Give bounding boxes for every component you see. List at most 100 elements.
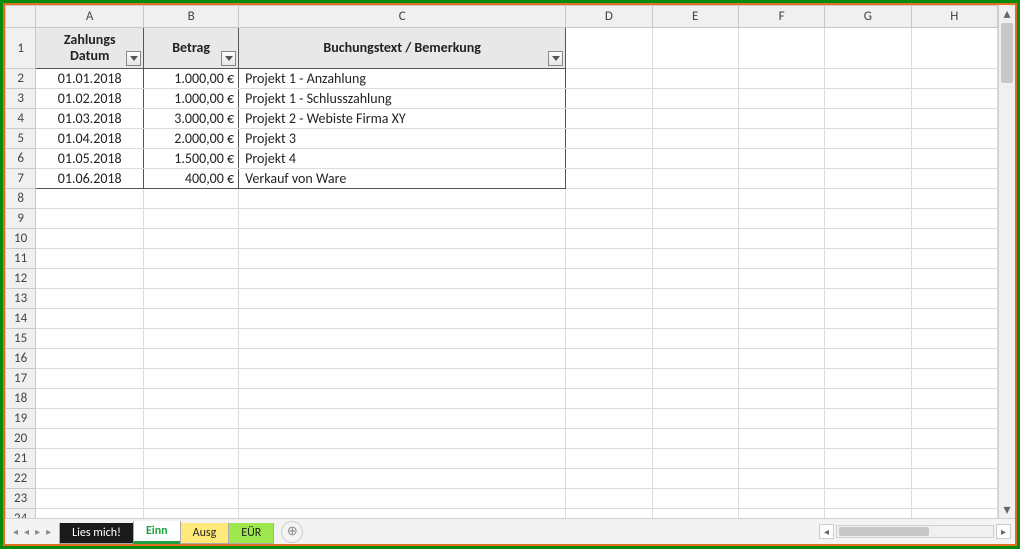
row-header[interactable]: 4	[6, 109, 36, 129]
empty-cell[interactable]	[738, 28, 824, 69]
spreadsheet-grid[interactable]: A B C D E F G H 1ZahlungsDatumBetragBuch…	[5, 5, 998, 518]
empty-cell[interactable]	[36, 269, 144, 289]
empty-cell[interactable]	[144, 349, 239, 369]
empty-cell[interactable]	[825, 169, 911, 189]
empty-cell[interactable]	[738, 469, 824, 489]
tab-nav-prev-icon[interactable]: ◂	[24, 525, 29, 538]
cell-date[interactable]: 01.06.2018	[36, 169, 144, 189]
row-header[interactable]: 7	[6, 169, 36, 189]
row-header[interactable]: 6	[6, 149, 36, 169]
empty-cell[interactable]	[36, 229, 144, 249]
empty-cell[interactable]	[911, 289, 997, 309]
empty-cell[interactable]	[738, 89, 824, 109]
empty-cell[interactable]	[566, 409, 652, 429]
empty-cell[interactable]	[738, 149, 824, 169]
col-header-a[interactable]: A	[36, 6, 144, 28]
empty-cell[interactable]	[738, 329, 824, 349]
empty-cell[interactable]	[144, 269, 239, 289]
empty-cell[interactable]	[652, 469, 738, 489]
empty-cell[interactable]	[825, 389, 911, 409]
scroll-right-icon[interactable]: ▸	[996, 524, 1011, 539]
empty-cell[interactable]	[738, 409, 824, 429]
empty-cell[interactable]	[144, 289, 239, 309]
empty-cell[interactable]	[652, 349, 738, 369]
horizontal-scroll-track[interactable]	[836, 525, 994, 538]
row-header[interactable]: 18	[6, 389, 36, 409]
empty-cell[interactable]	[738, 249, 824, 269]
empty-cell[interactable]	[738, 309, 824, 329]
empty-cell[interactable]	[239, 349, 566, 369]
empty-cell[interactable]	[566, 289, 652, 309]
empty-cell[interactable]	[911, 129, 997, 149]
empty-cell[interactable]	[825, 509, 911, 518]
empty-cell[interactable]	[825, 449, 911, 469]
empty-cell[interactable]	[239, 189, 566, 209]
col-header-f[interactable]: F	[738, 6, 824, 28]
cell-amount[interactable]: 2.000,00 €	[144, 129, 239, 149]
empty-cell[interactable]	[738, 169, 824, 189]
empty-cell[interactable]	[144, 189, 239, 209]
sheet-tab[interactable]: Lies mich!	[59, 523, 134, 544]
empty-cell[interactable]	[825, 289, 911, 309]
empty-cell[interactable]	[911, 149, 997, 169]
empty-cell[interactable]	[652, 369, 738, 389]
row-header[interactable]: 9	[6, 209, 36, 229]
empty-cell[interactable]	[36, 509, 144, 518]
empty-cell[interactable]	[566, 109, 652, 129]
empty-cell[interactable]	[239, 209, 566, 229]
row-header[interactable]: 21	[6, 449, 36, 469]
empty-cell[interactable]	[239, 489, 566, 509]
empty-cell[interactable]	[36, 209, 144, 229]
empty-cell[interactable]	[911, 369, 997, 389]
empty-cell[interactable]	[566, 349, 652, 369]
sheet-tab[interactable]: EÜR	[228, 523, 274, 544]
row-header[interactable]: 20	[6, 429, 36, 449]
empty-cell[interactable]	[566, 329, 652, 349]
empty-cell[interactable]	[36, 469, 144, 489]
empty-cell[interactable]	[239, 269, 566, 289]
empty-cell[interactable]	[652, 28, 738, 69]
cell-text[interactable]: Projekt 4	[239, 149, 566, 169]
empty-cell[interactable]	[738, 129, 824, 149]
cell-date[interactable]: 01.01.2018	[36, 69, 144, 89]
empty-cell[interactable]	[36, 329, 144, 349]
empty-cell[interactable]	[652, 69, 738, 89]
table-header-date[interactable]: ZahlungsDatum	[36, 28, 144, 69]
empty-cell[interactable]	[738, 69, 824, 89]
empty-cell[interactable]	[825, 229, 911, 249]
table-header-text[interactable]: Buchungstext / Bemerkung	[239, 28, 566, 69]
empty-cell[interactable]	[36, 369, 144, 389]
cell-text[interactable]: Projekt 1 - Schlusszahlung	[239, 89, 566, 109]
empty-cell[interactable]	[566, 369, 652, 389]
empty-cell[interactable]	[652, 209, 738, 229]
row-header[interactable]: 15	[6, 329, 36, 349]
empty-cell[interactable]	[144, 329, 239, 349]
empty-cell[interactable]	[239, 309, 566, 329]
cell-date[interactable]: 01.03.2018	[36, 109, 144, 129]
empty-cell[interactable]	[144, 209, 239, 229]
tab-nav-last-icon[interactable]: ▸	[46, 525, 51, 538]
empty-cell[interactable]	[566, 28, 652, 69]
row-header[interactable]: 1	[6, 28, 36, 69]
empty-cell[interactable]	[652, 329, 738, 349]
empty-cell[interactable]	[239, 449, 566, 469]
empty-cell[interactable]	[239, 509, 566, 518]
empty-cell[interactable]	[738, 189, 824, 209]
row-header[interactable]: 16	[6, 349, 36, 369]
row-header[interactable]: 5	[6, 129, 36, 149]
empty-cell[interactable]	[738, 429, 824, 449]
empty-cell[interactable]	[566, 249, 652, 269]
empty-cell[interactable]	[911, 409, 997, 429]
empty-cell[interactable]	[911, 189, 997, 209]
row-header[interactable]: 23	[6, 489, 36, 509]
empty-cell[interactable]	[652, 269, 738, 289]
cell-date[interactable]: 01.04.2018	[36, 129, 144, 149]
cell-amount[interactable]: 1.500,00 €	[144, 149, 239, 169]
empty-cell[interactable]	[911, 349, 997, 369]
empty-cell[interactable]	[825, 429, 911, 449]
empty-cell[interactable]	[911, 309, 997, 329]
empty-cell[interactable]	[652, 149, 738, 169]
row-header[interactable]: 19	[6, 409, 36, 429]
empty-cell[interactable]	[652, 429, 738, 449]
cell-text[interactable]: Projekt 2 - Webiste Firma XY	[239, 109, 566, 129]
